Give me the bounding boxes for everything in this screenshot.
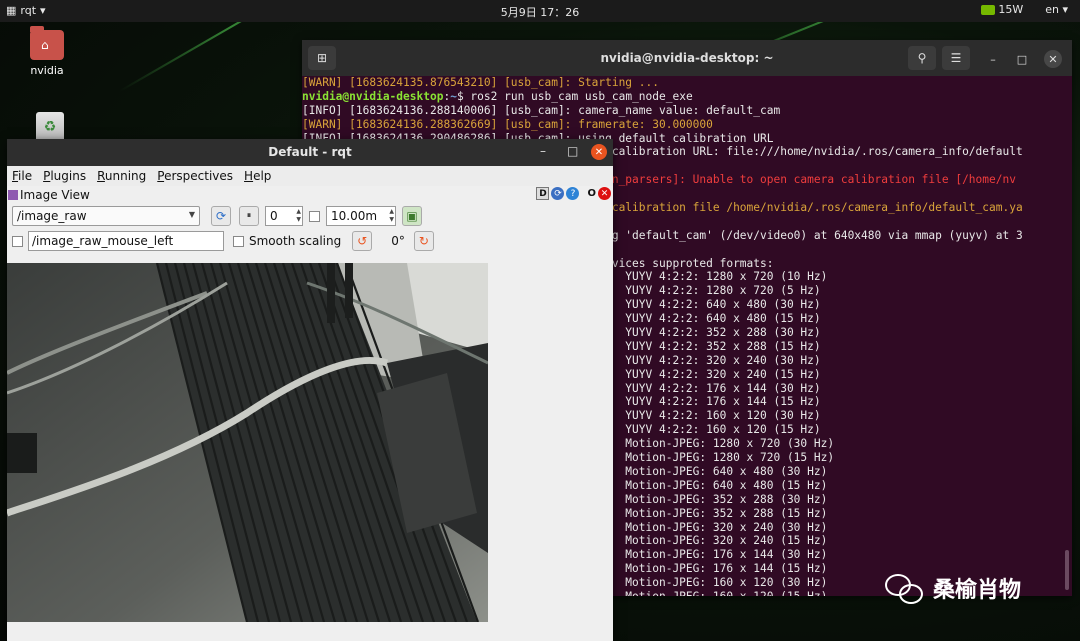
minimize-button[interactable]: – <box>984 50 1002 68</box>
topic-value: /image_raw <box>17 209 87 223</box>
timeout-spinbox[interactable]: 10.00m ▲ ▼ <box>326 206 396 226</box>
timeout-checkbox[interactable] <box>309 210 320 222</box>
topic-select[interactable]: /image_raw ▼ <box>12 206 200 226</box>
terminal-text: [WARN] [1683624135.876543210] [usb_cam]:… <box>302 76 659 89</box>
rotate-left-button[interactable]: ↺ <box>352 231 373 251</box>
trash-icon: ♻ <box>36 112 64 142</box>
desktop-trash[interactable]: ♻ <box>36 112 64 142</box>
terminal-line: [INFO] [1683624136.288140006] [usb_cam]:… <box>302 104 1072 118</box>
minimize-button[interactable]: – <box>540 144 546 158</box>
wechat-icon <box>885 572 925 604</box>
terminal-text: $ ros2 run usb_cam usb_cam_node_exe <box>456 89 693 103</box>
plugin-title: Image View <box>20 188 90 202</box>
terminal-scrollbar[interactable] <box>1065 550 1069 590</box>
rqt-titlebar[interactable]: Default - rqt – □ ✕ <box>7 139 613 166</box>
desktop-home-folder[interactable]: ⌂ nvidia <box>30 26 64 77</box>
plugin-controls: D ⟳ ? O ✕ <box>536 187 611 200</box>
terminal-titlebar[interactable]: ⊞ nvidia@nvidia-desktop: ~ ⚲ ☰ – □ ✕ <box>302 40 1072 76</box>
terminal-text: [WARN] [1683624136.288362669] [usb_cam]:… <box>302 117 713 131</box>
rotate-right-button[interactable]: ↻ <box>413 231 434 251</box>
close-button[interactable]: ✕ <box>591 144 607 160</box>
timeout-value: 10.00m <box>331 209 378 223</box>
power-label: 15W <box>998 3 1024 16</box>
reload-icon[interactable]: ⟳ <box>551 187 565 200</box>
terminal-text: nvidia@nvidia-desktop <box>302 89 444 103</box>
language-label: en <box>1045 3 1059 16</box>
home-folder-label: nvidia <box>30 64 64 77</box>
home-folder-icon: ⌂ <box>30 26 64 60</box>
camera-frame-graphic <box>7 263 488 622</box>
refresh-topics-button[interactable]: ⟳ <box>211 206 231 226</box>
power-indicator[interactable]: 15W <box>981 3 1023 16</box>
rotation-value: 0° <box>391 234 405 248</box>
plugin-header: Image View D ⟳ ? O ✕ <box>7 186 613 204</box>
rqt-window[interactable]: Default - rqt – □ ✕ File Plugins Running… <box>7 139 613 641</box>
dock-button[interactable]: D <box>536 187 550 200</box>
terminal-line: [WARN] [1683624135.876543210] [usb_cam]:… <box>302 76 1072 90</box>
zoom-value: 0 <box>270 209 278 223</box>
close-plugin-icon[interactable]: ✕ <box>598 187 611 200</box>
terminal-text: [INFO] [1683624136.288140006] [usb_cam]:… <box>302 103 781 117</box>
menu-plugins[interactable]: Plugins <box>43 169 86 183</box>
maximize-button[interactable]: □ <box>1013 50 1031 68</box>
plugin-icon <box>8 190 18 200</box>
menu-running[interactable]: Running <box>97 169 146 183</box>
chevron-down-icon: ▾ <box>40 4 46 17</box>
toolbar-row-1: /image_raw ▼ ⟳ ⏸ 0 ▲ ▼ 10.00m ▲ ▼ ▣ <box>12 206 422 226</box>
float-button[interactable]: O <box>587 188 596 199</box>
nvidia-icon <box>981 5 996 15</box>
clock[interactable]: 5月9日 17：26 <box>501 4 580 20</box>
pause-icon[interactable]: ⏸ <box>239 206 259 226</box>
toolbar-row-2: /image_raw_mouse_left Smooth scaling ↺ 0… <box>12 231 434 251</box>
mouse-topic-input[interactable]: /image_raw_mouse_left <box>28 231 224 251</box>
menu-bar: File Plugins Running Perspectives Help <box>7 166 613 186</box>
publish-mouse-checkbox[interactable] <box>12 235 23 247</box>
save-image-button[interactable]: ▣ <box>402 206 422 226</box>
smooth-scaling-label: Smooth scaling <box>249 234 342 248</box>
menu-file[interactable]: File <box>12 169 32 183</box>
help-icon[interactable]: ? <box>566 187 580 200</box>
terminal-line: [WARN] [1683624136.288362669] [usb_cam]:… <box>302 118 1072 132</box>
app-name: rqt <box>20 4 37 17</box>
terminal-text: ~ <box>450 89 457 103</box>
app-menu[interactable]: ▦ rqt ▾ <box>6 4 46 17</box>
mouse-topic-value: /image_raw_mouse_left <box>32 234 174 248</box>
smooth-scaling-checkbox[interactable] <box>233 235 244 247</box>
close-button[interactable]: ✕ <box>1044 50 1062 68</box>
chevron-down-icon: ▼ <box>188 210 195 219</box>
terminal-line: nvidia@nvidia-desktop:~$ ros2 run usb_ca… <box>302 90 1072 104</box>
app-grid-icon: ▦ <box>6 4 17 17</box>
system-tray: 15W en ▾ <box>981 3 1068 16</box>
watermark-text: 桑榆肖物 <box>933 578 1022 603</box>
maximize-button[interactable]: □ <box>567 144 578 158</box>
menu-perspectives[interactable]: Perspectives <box>157 169 233 183</box>
rqt-title: Default - rqt <box>268 145 352 159</box>
language-indicator[interactable]: en ▾ <box>1045 3 1068 16</box>
hamburger-menu-button[interactable]: ☰ <box>942 46 970 70</box>
top-panel: ▦ rqt ▾ 5月9日 17：26 15W en ▾ <box>0 0 1080 22</box>
spin-arrows-icon: ▲ ▼ <box>389 208 394 223</box>
spin-arrows-icon: ▲ ▼ <box>296 208 301 223</box>
new-tab-button[interactable]: ⊞ <box>308 46 336 70</box>
search-button[interactable]: ⚲ <box>908 46 936 70</box>
menu-help[interactable]: Help <box>244 169 271 183</box>
zoom-spinbox[interactable]: 0 ▲ ▼ <box>265 206 303 226</box>
watermark: 桑榆肖物 <box>885 572 1021 604</box>
camera-image[interactable] <box>7 263 488 622</box>
terminal-title: nvidia@nvidia-desktop: ~ <box>600 51 774 65</box>
